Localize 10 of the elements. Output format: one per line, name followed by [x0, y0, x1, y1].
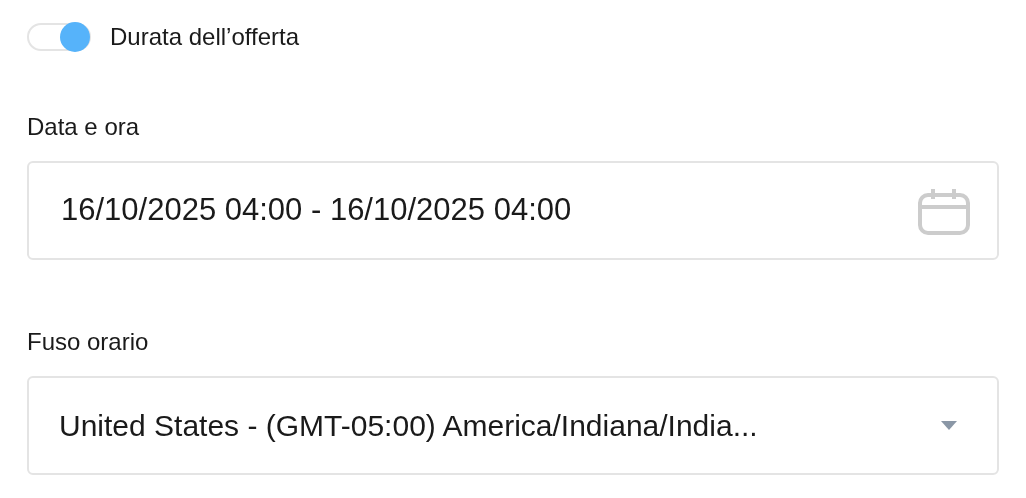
toggle-switch[interactable] — [27, 23, 91, 51]
toggle-label: Durata dell’offerta — [110, 22, 299, 52]
date-range-field[interactable]: 16/10/2025 04:00 - 16/10/2025 04:00 — [27, 161, 999, 260]
timezone-select[interactable]: United States - (GMT-05:00) America/Indiana/India... — [27, 376, 999, 475]
dropdown-caret-icon — [941, 421, 957, 430]
field-label: Data e ora — [27, 112, 140, 142]
timezone-value: United States - (GMT-05:00) America/Indiana/India... — [59, 408, 758, 444]
field-label: Fuso orario — [27, 327, 149, 357]
calendar-icon — [917, 186, 971, 235]
date-range-value: 16/10/2025 04:00 - 16/10/2025 04:00 — [61, 191, 572, 230]
